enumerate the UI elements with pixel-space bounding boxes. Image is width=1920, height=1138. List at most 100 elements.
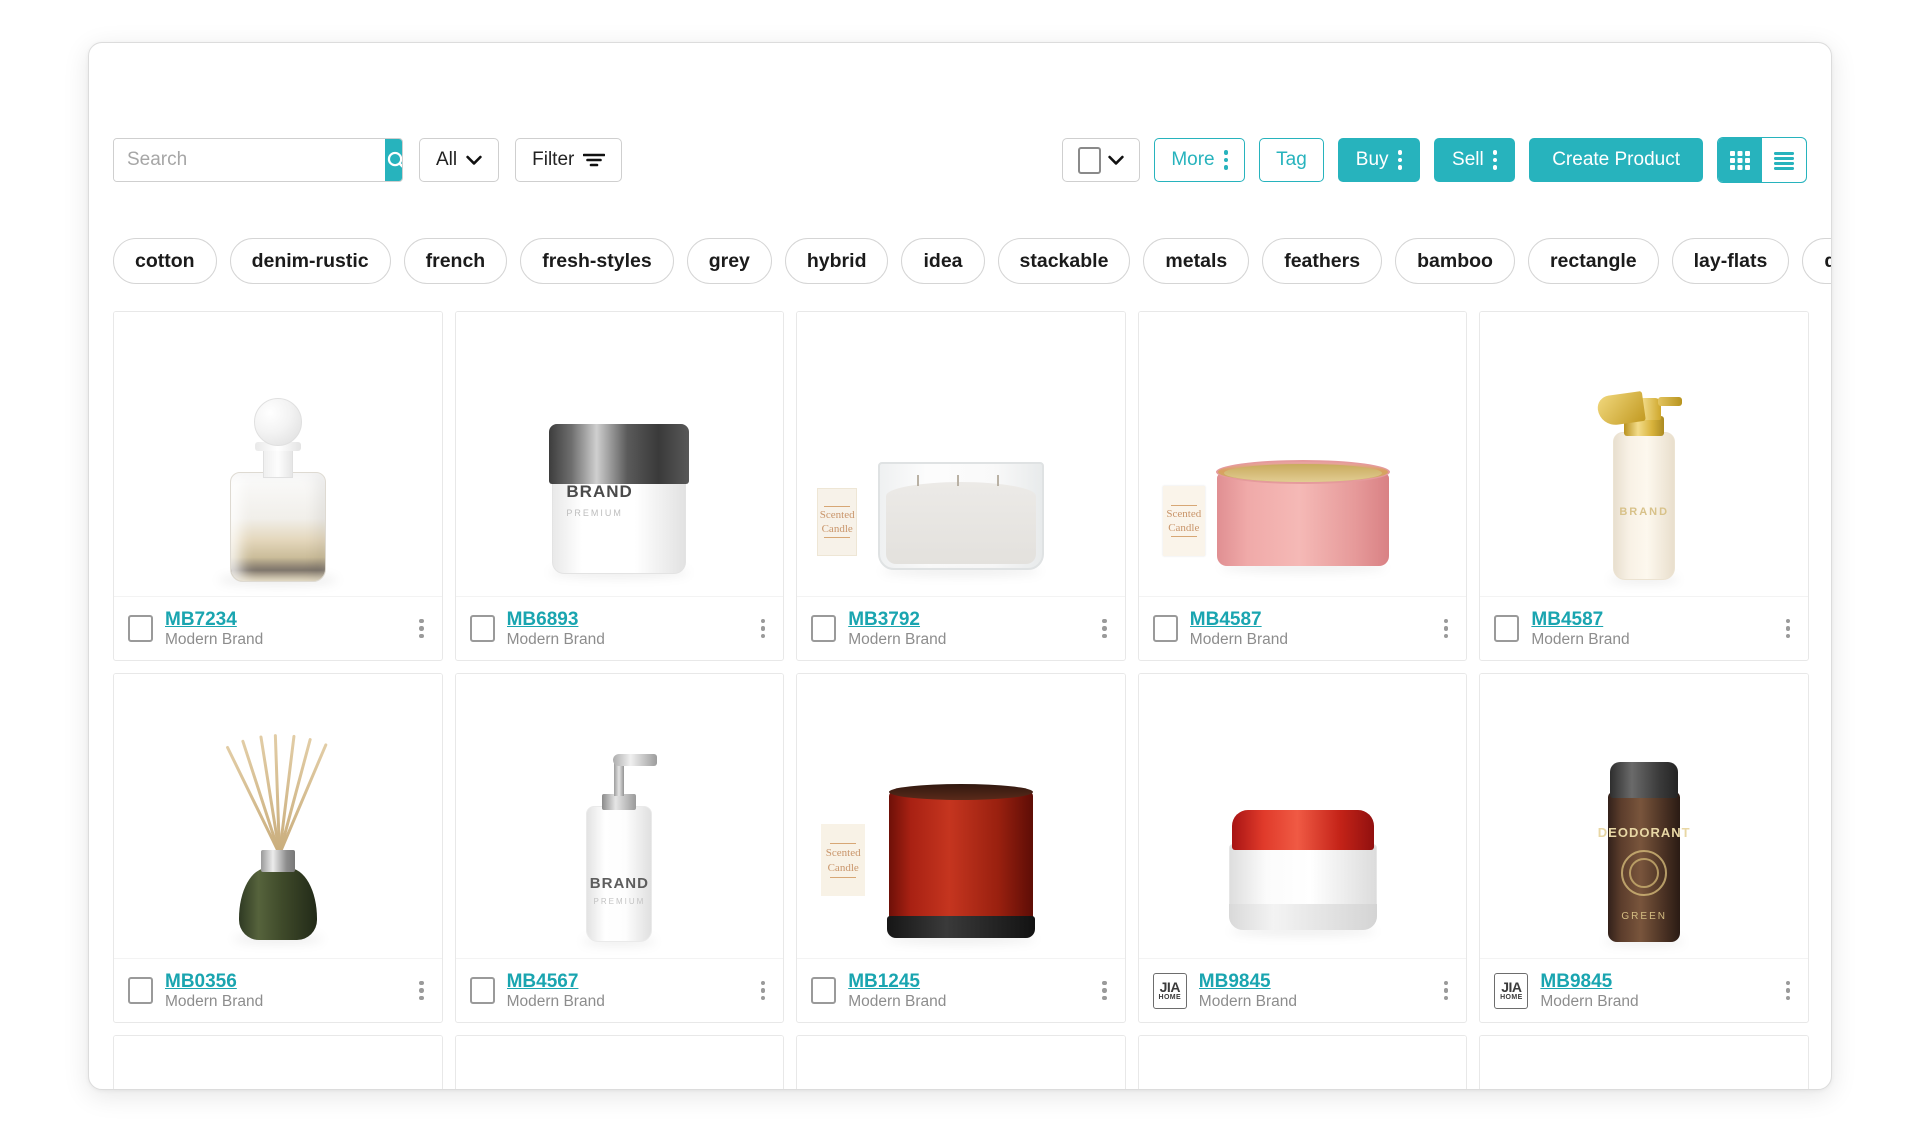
product-checkbox[interactable] <box>469 615 495 642</box>
brand-logo: JIA HOME <box>1152 972 1187 1009</box>
tag-chip-lay-flats[interactable]: lay-flats <box>1671 238 1790 284</box>
product-label-secondary: Candle <box>1168 522 1200 534</box>
product-checkbox[interactable] <box>1494 615 1520 642</box>
product-image <box>1138 674 1467 958</box>
product-sku-link[interactable]: MB0356 <box>165 971 403 993</box>
search-field-wrapper <box>113 138 403 182</box>
search-button[interactable] <box>385 139 402 181</box>
product-card[interactable] <box>796 1035 1126 1089</box>
product-card[interactable]: Scented Candle MB1245 Modern Brand <box>796 673 1126 1023</box>
product-card[interactable]: 2 BARS SOAP <box>1137 1035 1468 1089</box>
more-button[interactable]: More <box>1154 138 1246 182</box>
tag-chip-metals[interactable]: metals <box>1143 238 1250 284</box>
product-meta: MB7234 Modern Brand <box>165 609 403 649</box>
product-card[interactable]: Scented Candle MB3792 Modern Brand <box>796 311 1126 661</box>
product-menu-icon[interactable] <box>757 615 770 643</box>
product-sku-link[interactable]: MB9845 <box>1540 971 1769 993</box>
buy-button[interactable]: Buy <box>1337 138 1421 182</box>
product-menu-icon[interactable] <box>415 977 428 1005</box>
bulk-select-dropdown[interactable] <box>1062 138 1141 182</box>
product-card[interactable]: JIA HOME MB9845 Modern Brand <box>1137 673 1468 1023</box>
product-image <box>114 674 442 958</box>
product-checkbox[interactable] <box>128 977 153 1004</box>
product-sku-link[interactable]: MB4587 <box>1531 609 1769 631</box>
product-card[interactable]: BRAND MB4587 Modern Brand <box>1479 311 1809 661</box>
tag-chip-stackable[interactable]: stackable <box>997 238 1131 284</box>
product-brand: Modern Brand <box>506 992 605 1010</box>
product-card[interactable] <box>1479 1035 1809 1089</box>
product-card[interactable] <box>113 1035 443 1089</box>
product-label-primary: BRAND <box>589 875 649 892</box>
tag-chip-cotton[interactable]: cotton <box>113 238 217 284</box>
product-card[interactable]: MB7234 Modern Brand <box>113 311 443 661</box>
kebab-icon <box>1223 150 1229 170</box>
product-checkbox[interactable] <box>811 615 837 642</box>
checkbox-square-icon <box>1078 146 1102 174</box>
create-product-label: Create Product <box>1552 149 1680 170</box>
tag-chip-rectangle[interactable]: rectangle <box>1527 238 1659 284</box>
tag-chip-feathers[interactable]: feathers <box>1262 238 1383 284</box>
product-checkbox[interactable] <box>1152 615 1178 642</box>
sell-button[interactable]: Sell <box>1434 138 1516 182</box>
product-brand: Modern Brand <box>1540 992 1639 1010</box>
product-menu-icon[interactable] <box>1440 615 1453 643</box>
tag-chip-detached[interactable]: detached <box>1802 238 1831 284</box>
scope-select[interactable]: All <box>419 138 500 182</box>
tag-chip-denim-rustic[interactable]: denim-rustic <box>229 238 391 284</box>
product-card[interactable]: DEODORANT GREEN JIA HOME MB9845 Modern B… <box>1479 673 1809 1023</box>
product-sku-link[interactable]: MB3792 <box>848 609 1086 631</box>
product-catalog-window: All Filter <box>88 42 1832 1090</box>
product-sku-link[interactable]: MB7234 <box>165 609 403 631</box>
product-sku-link[interactable]: MB4567 <box>507 971 745 993</box>
product-card[interactable] <box>454 1035 785 1089</box>
filter-button-label: Filter <box>532 149 575 170</box>
product-image: 2 BARS SOAP <box>1138 1036 1467 1089</box>
product-sku-link[interactable]: MB6893 <box>507 609 745 631</box>
product-card[interactable]: BRAND PREMIUM MB6893 Modern Brand <box>454 311 785 661</box>
list-view-icon <box>1774 152 1794 170</box>
product-menu-icon[interactable] <box>1440 977 1453 1005</box>
tag-filter-row: cotton denim-rustic french fresh-styles … <box>89 235 1831 287</box>
brand-logo-bottom: HOME <box>1158 994 1182 1001</box>
product-image <box>114 312 442 596</box>
product-card-footer: MB4567 Modern Brand <box>455 958 784 1022</box>
view-toggle[interactable] <box>1717 137 1807 183</box>
tag-chip-french[interactable]: french <box>403 238 508 284</box>
product-sku-link[interactable]: MB1245 <box>848 971 1086 993</box>
product-card[interactable]: BRAND PREMIUM MB4567 Modern Brand <box>454 673 785 1023</box>
tag-chip-grey[interactable]: grey <box>686 238 772 284</box>
brand-logo-bottom: HOME <box>1500 994 1523 1001</box>
product-sku-link[interactable]: MB9845 <box>1199 971 1428 993</box>
filter-button[interactable]: Filter <box>515 138 623 182</box>
tag-chip-bamboo[interactable]: bamboo <box>1395 238 1515 284</box>
product-sku-link[interactable]: MB4587 <box>1190 609 1428 631</box>
tag-chip-idea[interactable]: idea <box>901 238 985 284</box>
product-card-footer: MB0356 Modern Brand <box>114 958 442 1022</box>
product-menu-icon[interactable] <box>415 615 428 643</box>
product-card-footer: MB1245 Modern Brand <box>797 958 1125 1022</box>
product-image <box>1480 1036 1808 1089</box>
product-checkbox[interactable] <box>128 615 153 642</box>
product-menu-icon[interactable] <box>1098 615 1111 643</box>
product-menu-icon[interactable] <box>1782 977 1795 1005</box>
product-card-footer: MB6893 Modern Brand <box>455 596 784 660</box>
list-view-toggle[interactable] <box>1762 138 1806 182</box>
product-checkbox[interactable] <box>811 977 837 1004</box>
create-product-button[interactable]: Create Product <box>1529 138 1703 182</box>
tag-button[interactable]: Tag <box>1259 138 1324 182</box>
tag-chip-hybrid[interactable]: hybrid <box>784 238 889 284</box>
product-checkbox[interactable] <box>469 977 495 1004</box>
product-card[interactable]: Scented Candle MB4587 Modern Brand <box>1137 311 1468 661</box>
product-menu-icon[interactable] <box>757 977 770 1005</box>
product-image: BRAND <box>1480 312 1808 596</box>
product-image: BRAND PREMIUM <box>455 674 784 958</box>
product-menu-icon[interactable] <box>1098 977 1111 1005</box>
toolbar-right-group: More Tag Buy Sell Create Product <box>1062 137 1807 183</box>
product-card[interactable]: MB0356 Modern Brand <box>113 673 443 1023</box>
product-menu-icon[interactable] <box>1782 615 1795 643</box>
brand-logo-top: JIA <box>1159 979 1181 995</box>
tag-button-label: Tag <box>1276 149 1307 170</box>
grid-view-toggle[interactable] <box>1718 138 1762 182</box>
tag-chip-fresh-styles[interactable]: fresh-styles <box>520 238 674 284</box>
search-input[interactable] <box>114 139 385 181</box>
